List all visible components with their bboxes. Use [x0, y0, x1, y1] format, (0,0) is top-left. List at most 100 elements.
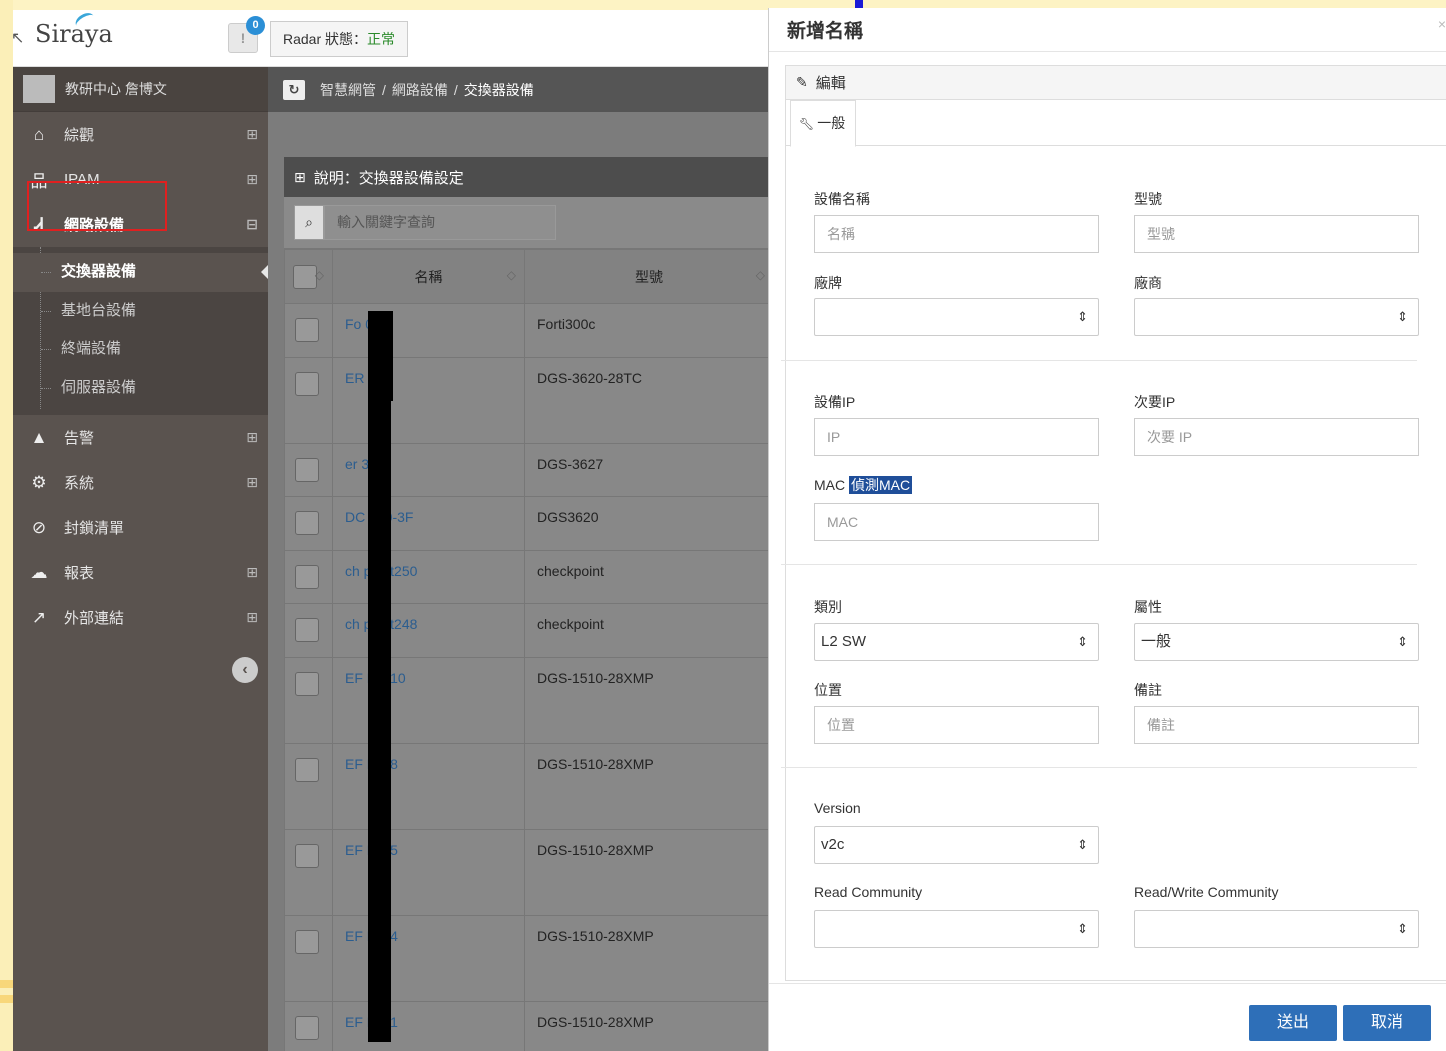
- device-name-link[interactable]: EF L205: [332, 829, 525, 916]
- expand-icon[interactable]: ⊞: [246, 609, 258, 626]
- detect-mac-link[interactable]: 偵測MAC: [849, 476, 913, 494]
- column-header-name[interactable]: 名稱 ◇: [332, 249, 525, 304]
- row-checkbox[interactable]: [295, 930, 319, 954]
- column-header-model[interactable]: 型號 ◇: [524, 249, 768, 304]
- sidebar-subitem-basestation[interactable]: 基地台設備: [13, 292, 268, 331]
- rw-community-select[interactable]: ⇕: [1134, 910, 1419, 948]
- sidebar-item-ipam[interactable]: 品 IPAM ⊞: [13, 157, 268, 202]
- select-all-header[interactable]: ◇: [284, 249, 333, 304]
- radar-status[interactable]: Radar 狀態：正常: [270, 21, 409, 57]
- sort-icon[interactable]: ◇: [507, 268, 516, 282]
- row-select-cell: [284, 303, 333, 358]
- sidebar-item-label: 系統: [64, 475, 95, 492]
- device-name-link[interactable]: er 3: [332, 443, 525, 497]
- device-name-link[interactable]: EF L2010: [332, 657, 525, 744]
- version-select[interactable]: v2c ⇕: [814, 826, 1099, 864]
- refresh-icon[interactable]: ↻: [283, 79, 305, 100]
- device-model: DGS-1510-28XMP: [524, 743, 768, 830]
- sort-icon[interactable]: ◇: [756, 268, 765, 282]
- sidebar-item-system[interactable]: ⚙ 系統 ⊞: [13, 460, 268, 505]
- category-select[interactable]: L2 SW ⇕: [814, 623, 1099, 661]
- row-checkbox[interactable]: [295, 458, 319, 482]
- row-checkbox[interactable]: [295, 758, 319, 782]
- row-checkbox[interactable]: [295, 844, 319, 868]
- table-row[interactable]: EF L201DGS-1510-28XMP: [284, 1001, 768, 1051]
- device-name-link[interactable]: Fo 0c: [332, 303, 525, 358]
- device-name-link[interactable]: EF L201: [332, 1001, 525, 1051]
- model-input[interactable]: 型號: [1134, 215, 1419, 253]
- table-row[interactable]: ER L3 DGS-3620-28TC: [284, 357, 768, 444]
- sidebar-subitem-switch[interactable]: 交換器設備: [13, 253, 269, 292]
- sidebar-subitem-server[interactable]: 伺服器設備: [13, 369, 268, 408]
- sidebar-collapse-button[interactable]: ‹: [232, 657, 258, 683]
- row-select-cell: [284, 443, 333, 497]
- table-row[interactable]: er 3 DGS-3627: [284, 443, 768, 497]
- breadcrumb-item[interactable]: 智慧網管: [320, 80, 376, 100]
- expand-icon[interactable]: ⊞: [246, 171, 258, 188]
- note-input[interactable]: 備註: [1134, 706, 1419, 744]
- sidebar-subitem-terminal[interactable]: 終端設備: [13, 330, 268, 369]
- close-icon[interactable]: ×: [1438, 16, 1446, 32]
- gears-icon: ⚙: [31, 472, 47, 492]
- secondary-ip-input[interactable]: 次要 IP: [1134, 418, 1419, 456]
- column-header-label: 型號: [635, 268, 663, 285]
- expand-icon[interactable]: ⊞: [246, 474, 258, 491]
- search-input[interactable]: 輸入關鍵字查詢: [324, 205, 556, 240]
- sidebar-item-blocklist[interactable]: ⊘ 封鎖清單: [13, 505, 268, 550]
- device-name-link[interactable]: EF L208: [332, 743, 525, 830]
- table-row[interactable]: Fo 0c Forti300c: [284, 303, 768, 358]
- device-name-link[interactable]: DC 620-3F: [332, 496, 525, 551]
- sidebar-item-reports[interactable]: ☁ 報表 ⊞: [13, 550, 268, 595]
- version-value: v2c: [821, 836, 845, 853]
- table-row[interactable]: EF L2010DGS-1510-28XMP: [284, 657, 768, 744]
- search-button[interactable]: ⌕: [294, 205, 324, 240]
- row-checkbox[interactable]: [295, 672, 319, 696]
- row-checkbox[interactable]: [295, 511, 319, 535]
- collapse-icon[interactable]: ⊟: [246, 216, 258, 233]
- row-checkbox[interactable]: [295, 565, 319, 589]
- row-checkbox[interactable]: [295, 372, 319, 396]
- modal-footer: 送出 取消: [769, 983, 1446, 1051]
- tab-general[interactable]: 🔧︎ 一般: [790, 100, 856, 147]
- device-name-link[interactable]: ch point248: [332, 603, 525, 658]
- table-row[interactable]: DC 620-3F DGS3620: [284, 496, 768, 551]
- vendor-select[interactable]: ⇕: [1134, 298, 1419, 336]
- row-checkbox[interactable]: [295, 1016, 319, 1040]
- table-row[interactable]: EF L205DGS-1510-28XMP: [284, 829, 768, 916]
- brand-select[interactable]: ⇕: [814, 298, 1099, 336]
- sidebar-item-network-devices[interactable]: Ꮧ 網路設備 ⊟: [13, 202, 268, 247]
- row-checkbox[interactable]: [295, 618, 319, 642]
- expand-icon[interactable]: ⊞: [246, 429, 258, 446]
- attribute-select[interactable]: 一般 ⇕: [1134, 623, 1419, 661]
- expand-icon[interactable]: ⊞: [246, 126, 258, 143]
- device-name-link[interactable]: ER L3: [332, 357, 525, 444]
- mac-label-row: MAC 偵測MAC: [814, 475, 913, 495]
- sidebar-item-alerts[interactable]: ▲ 告警 ⊞: [13, 415, 268, 460]
- table-row[interactable]: ch point248checkpoint: [284, 603, 768, 658]
- sidebar-item-external-links[interactable]: ↗ 外部連結 ⊞: [13, 595, 268, 640]
- read-community-select[interactable]: ⇕: [814, 910, 1099, 948]
- location-input[interactable]: 位置: [814, 706, 1099, 744]
- edit-label: 編輯: [815, 75, 846, 92]
- device-name-link[interactable]: ch point250: [332, 550, 525, 604]
- select-all-checkbox[interactable]: [293, 264, 317, 289]
- user-row[interactable]: 教研中心 詹博文: [13, 67, 268, 112]
- cancel-button[interactable]: 取消: [1343, 1005, 1431, 1041]
- expand-icon[interactable]: ⊞: [246, 564, 258, 581]
- breadcrumb-item[interactable]: 網路設備: [392, 80, 448, 100]
- ip-input[interactable]: IP: [814, 418, 1099, 456]
- device-name-input[interactable]: 名稱: [814, 215, 1099, 253]
- sidebar-item-label: 報表: [64, 565, 95, 582]
- app-logo[interactable]: Siraya: [35, 20, 113, 48]
- table-row[interactable]: ch point250checkpoint: [284, 550, 768, 604]
- sidebar-item-overview[interactable]: ⌂ 綜觀 ⊞: [13, 112, 268, 157]
- mac-input[interactable]: MAC: [814, 503, 1099, 541]
- row-checkbox[interactable]: [295, 318, 319, 342]
- vendor-label: 廠商: [1134, 275, 1162, 291]
- device-name-link[interactable]: EF L204: [332, 915, 525, 1002]
- panel-header: ⊞ 說明：交換器設備設定: [284, 157, 768, 197]
- submit-button[interactable]: 送出: [1249, 1005, 1337, 1041]
- table-row[interactable]: EF L208DGS-1510-28XMP: [284, 743, 768, 830]
- table-row[interactable]: EF L204DGS-1510-28XMP: [284, 915, 768, 1002]
- sort-icon[interactable]: ◇: [315, 268, 324, 282]
